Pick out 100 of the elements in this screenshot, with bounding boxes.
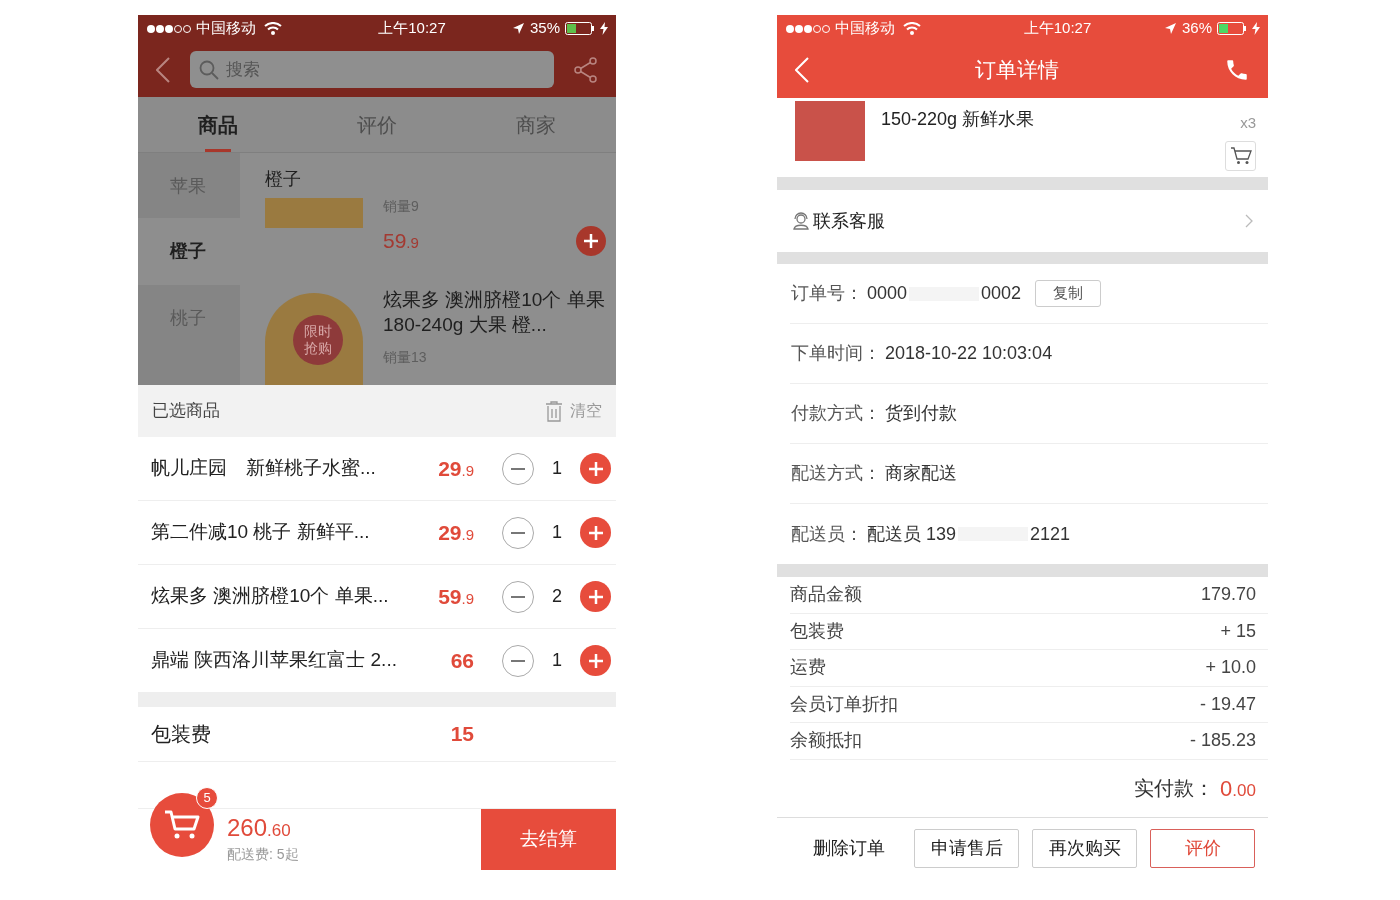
add-button[interactable]	[580, 517, 611, 548]
page-title: 订单详情	[974, 57, 1059, 84]
wifi-icon	[264, 22, 282, 35]
add-button[interactable]	[580, 453, 611, 484]
minus-icon	[511, 659, 525, 662]
search-field[interactable]: 搜索	[190, 51, 554, 88]
info-value: 配送员 139	[867, 522, 957, 546]
action-button[interactable]: 申请售后	[914, 829, 1019, 868]
cart-item-price: 29.9	[438, 520, 474, 544]
action-button[interactable]: 删除订单	[796, 829, 901, 868]
info-label: 配送方式：	[791, 462, 881, 485]
add-button[interactable]	[576, 225, 606, 256]
item-quantity: 2	[551, 585, 563, 608]
action-button[interactable]: 评价	[1150, 829, 1255, 868]
info-value: 0000	[867, 282, 908, 305]
signal-icon	[785, 23, 831, 34]
product-price: 59.9	[383, 228, 419, 254]
item-quantity: 1	[551, 649, 563, 672]
cart-button[interactable]	[150, 793, 214, 857]
cart-item-name: 鼎端 陕西洛川苹果红富士 2...	[151, 648, 398, 673]
fee-label: 运费	[790, 656, 826, 680]
battery-percent: 35%	[529, 18, 560, 39]
carrier-name: 中国移动	[835, 18, 895, 39]
cart-item-price: 66	[450, 648, 474, 672]
fee-amount: + 10.0	[1205, 656, 1256, 680]
plus-icon	[587, 588, 604, 605]
charging-bolt-icon	[600, 22, 608, 35]
clear-button[interactable]: 清空	[545, 399, 602, 423]
fee-amount: + 15	[1220, 619, 1256, 643]
plus-icon	[587, 524, 604, 541]
battery-percent: 36%	[1181, 18, 1212, 39]
back-icon[interactable]	[156, 56, 170, 83]
minus-icon	[511, 531, 525, 534]
cart-icon	[1229, 146, 1252, 165]
add-button[interactable]	[580, 581, 611, 612]
checkout-button[interactable]: 去结算	[481, 809, 616, 870]
minus-icon	[511, 595, 525, 598]
search-icon	[199, 60, 219, 80]
item-quantity: 1	[551, 521, 563, 544]
action-button[interactable]: 再次购买	[1032, 829, 1137, 868]
copy-button[interactable]: 复制	[1035, 280, 1102, 307]
share-icon[interactable]	[574, 56, 598, 83]
add-to-cart-button[interactable]	[1225, 140, 1256, 171]
plus-icon	[587, 652, 604, 669]
item-quantity: x3	[1240, 113, 1256, 133]
total-price: 260.60	[227, 814, 292, 843]
signal-icon	[146, 23, 192, 34]
plus-icon	[583, 232, 599, 249]
tab[interactable]: 商家	[456, 97, 616, 152]
fee-label: 商品金额	[790, 583, 862, 607]
packaging-fee-amount: 15	[449, 721, 474, 748]
chevron-right-icon	[1245, 214, 1253, 228]
fee-amount: 179.70	[1200, 583, 1256, 607]
cart-icon	[164, 809, 200, 841]
promo-badge: 限时抢购	[293, 315, 343, 365]
photo-placeholder	[795, 101, 865, 161]
info-label: 付款方式：	[791, 402, 881, 425]
cart-item-price: 59.9	[438, 584, 474, 608]
wifi-icon	[903, 22, 921, 35]
plus-icon	[587, 460, 604, 477]
info-value: 2018-10-22 10:03:04	[885, 342, 1053, 365]
item-quantity: 1	[551, 457, 563, 480]
minus-icon	[511, 467, 525, 470]
paid-amount: 0.00	[1220, 774, 1256, 803]
delivery-fee-note: 配送费: 5起	[227, 844, 300, 864]
fee-amount: - 185.23	[1189, 729, 1256, 753]
cart-item-name: 第二件减10 桃子 新鲜平...	[151, 520, 371, 545]
cart-item-price: 29.9	[438, 456, 474, 480]
tab[interactable]: 商品	[138, 97, 298, 152]
status-time: 上午10:27	[1023, 18, 1092, 39]
carrier-name: 中国移动	[196, 18, 256, 39]
tab[interactable]: 评价	[297, 97, 457, 152]
paid-label: 实付款：	[1134, 776, 1215, 801]
info-label: 配送员：	[791, 522, 863, 546]
info-label: 下单时间：	[791, 342, 881, 365]
info-label: 订单号：	[791, 282, 863, 305]
phone-icon[interactable]	[1224, 57, 1250, 83]
info-value: 2121	[1030, 522, 1071, 546]
count-badge: 5	[196, 787, 218, 809]
charging-bolt-icon	[1252, 22, 1260, 35]
product-name: 150-220g 新鲜水果	[880, 108, 1036, 131]
status-time: 上午10:27	[378, 18, 446, 39]
fee-amount: - 19.47	[1199, 692, 1256, 716]
packaging-fee-label: 包装费	[151, 722, 212, 747]
contact-service-row[interactable]: 联系客服	[777, 190, 1268, 252]
battery-icon	[1217, 22, 1247, 35]
fee-label: 包装费	[790, 619, 844, 643]
product-name: 炫果多 澳洲脐橙10个 单果180-240g 大果 橙...	[383, 288, 606, 337]
add-button[interactable]	[580, 645, 611, 676]
headset-person-icon	[792, 212, 810, 230]
fee-label: 会员订单折扣	[790, 692, 898, 716]
info-value: 货到付款	[885, 402, 957, 425]
location-arrow-icon	[1163, 22, 1177, 35]
fee-label: 余额抵扣	[790, 729, 862, 753]
cart-item-name: 炫果多 澳洲脐橙10个 单果...	[151, 584, 390, 609]
info-value: 商家配送	[885, 462, 957, 485]
info-value: 0002	[981, 282, 1022, 305]
battery-icon	[565, 22, 595, 35]
location-arrow-icon	[511, 22, 525, 35]
cart-title: 已选商品	[152, 400, 220, 423]
